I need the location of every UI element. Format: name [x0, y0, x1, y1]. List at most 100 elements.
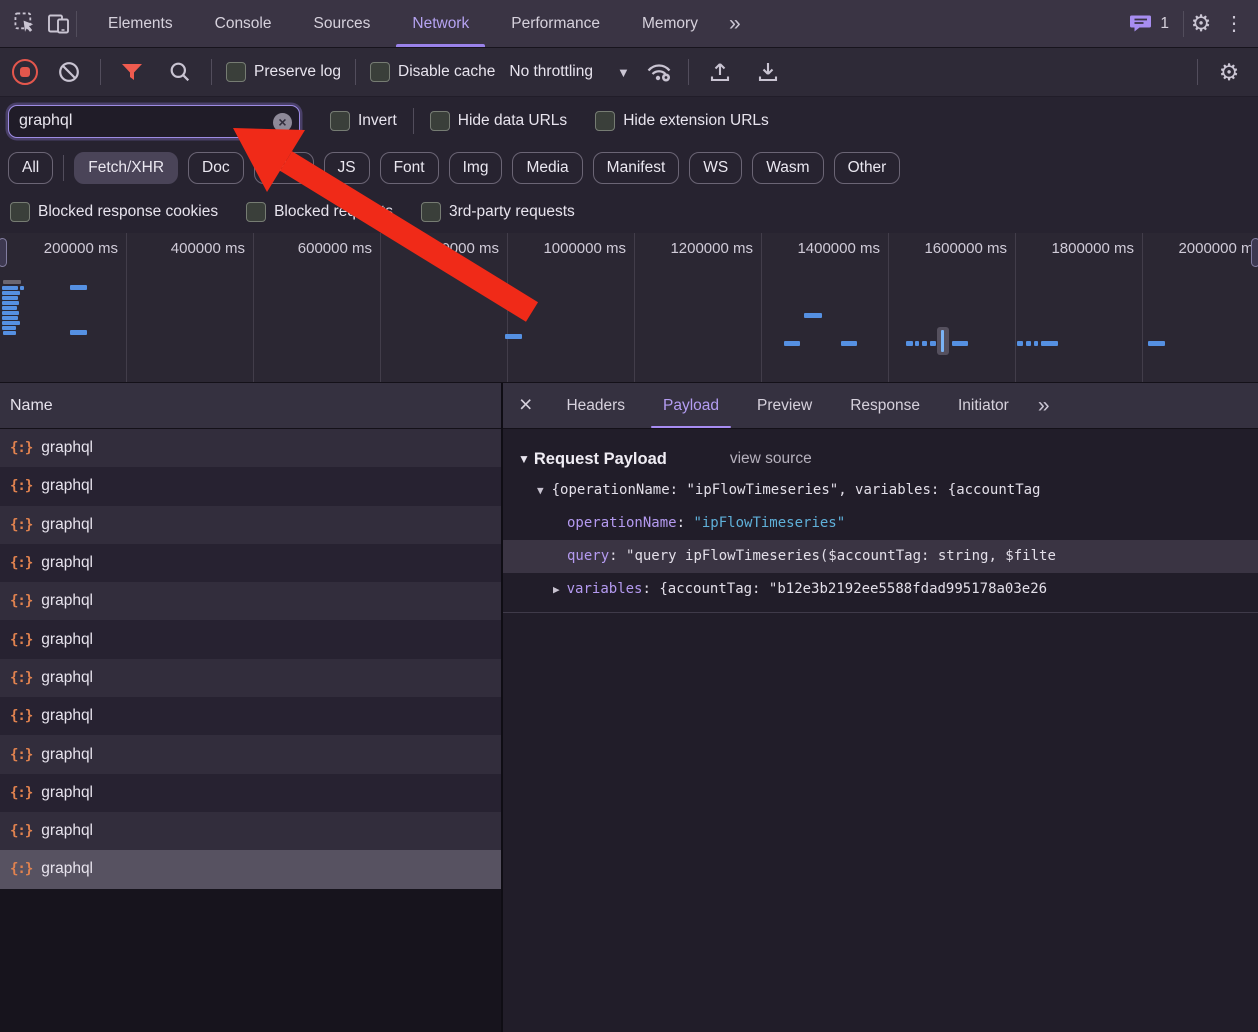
caret-down-icon[interactable]: ▼: [537, 484, 544, 497]
details-tab-payload[interactable]: Payload: [644, 383, 738, 428]
payload-row-variables[interactable]: ▶variables: {accountTag: "b12e3b2192ee55…: [503, 573, 1258, 606]
blocked-requests-checkbox[interactable]: Blocked requests: [246, 202, 393, 222]
disable-cache-checkbox[interactable]: Disable cache: [370, 62, 495, 82]
checkbox-box[interactable]: [595, 111, 615, 131]
timeline-grid: 200000 ms400000 ms600000 ms800000 ms1000…: [0, 233, 1258, 383]
details-tab-preview[interactable]: Preview: [738, 383, 831, 428]
requests-list: {:}graphql{:}graphql{:}graphql{:}graphql…: [0, 429, 501, 889]
hide-extension-urls-checkbox[interactable]: Hide extension URLs: [595, 111, 769, 131]
divider: [100, 59, 101, 85]
network-request-row[interactable]: {:}graphql: [0, 620, 501, 658]
more-details-tabs-icon[interactable]: »: [1028, 394, 1060, 418]
name-column-header[interactable]: Name: [0, 383, 501, 429]
network-overview-timeline[interactable]: 200000 ms400000 ms600000 ms800000 ms1000…: [0, 233, 1258, 383]
network-request-row[interactable]: {:}graphql: [0, 697, 501, 735]
request-name: graphql: [41, 746, 93, 764]
tab-network[interactable]: Network: [391, 0, 490, 47]
network-request-row[interactable]: {:}graphql: [0, 659, 501, 697]
checkbox-box[interactable]: [430, 111, 450, 131]
export-har-icon[interactable]: [751, 55, 785, 89]
blocked-response-cookies-checkbox[interactable]: Blocked response cookies: [10, 202, 218, 222]
import-har-icon[interactable]: [703, 55, 737, 89]
network-request-row[interactable]: {:}graphql: [0, 544, 501, 582]
details-tab-headers[interactable]: Headers: [547, 383, 644, 428]
invert-checkbox[interactable]: Invert: [330, 111, 397, 131]
hide-data-urls-checkbox[interactable]: Hide data URLs: [430, 111, 567, 131]
payload-row-operation-name[interactable]: operationName: "ipFlowTimeseries": [503, 507, 1258, 540]
device-toolbar-icon[interactable]: [42, 7, 76, 41]
3rd-party-requests-checkbox[interactable]: 3rd-party requests: [421, 202, 575, 222]
filter-chip-media[interactable]: Media: [512, 152, 582, 184]
caret-right-icon[interactable]: ▶: [553, 583, 560, 596]
filter-chip-css[interactable]: CSS: [254, 152, 314, 184]
timeline-label: 200000 ms: [0, 233, 126, 257]
json-value: "query ipFlowTimeseries($accountTag: str…: [626, 548, 1056, 564]
network-request-row[interactable]: {:}graphql: [0, 850, 501, 888]
network-request-row[interactable]: {:}graphql: [0, 429, 501, 467]
filter-chip-img[interactable]: Img: [449, 152, 503, 184]
details-tabstrip: × HeadersPayloadPreviewResponseInitiator…: [503, 383, 1258, 429]
settings-gear-icon[interactable]: ⚙: [1184, 7, 1218, 41]
filter-chip-manifest[interactable]: Manifest: [593, 152, 680, 184]
chevron-down-icon: ▼: [617, 65, 630, 80]
tab-elements[interactable]: Elements: [87, 0, 194, 47]
payload-preview-row[interactable]: ▼{operationName: "ipFlowTimeseries", var…: [503, 474, 1258, 507]
network-request-row[interactable]: {:}graphql: [0, 812, 501, 850]
json-icon: {:}: [10, 555, 32, 571]
record-network-log-button[interactable]: [12, 59, 38, 85]
tab-sources[interactable]: Sources: [293, 0, 392, 47]
filter-chip-doc[interactable]: Doc: [188, 152, 244, 184]
details-tab-response[interactable]: Response: [831, 383, 939, 428]
checkbox-box[interactable]: [421, 202, 441, 222]
overview-right-grip[interactable]: [1251, 238, 1258, 267]
tab-console[interactable]: Console: [194, 0, 293, 47]
filter-chip-ws[interactable]: WS: [689, 152, 742, 184]
timeline-bar: [2, 316, 18, 320]
issues-message-icon[interactable]: [1129, 7, 1153, 41]
network-request-row[interactable]: {:}graphql: [0, 735, 501, 773]
search-icon[interactable]: [163, 55, 197, 89]
filter-chip-font[interactable]: Font: [380, 152, 439, 184]
checkbox-box[interactable]: [330, 111, 350, 131]
section-caret-icon[interactable]: ▼: [518, 452, 530, 466]
kebab-menu-icon[interactable]: ⋮: [1218, 14, 1250, 34]
filter-input[interactable]: [8, 105, 300, 138]
request-name: graphql: [41, 439, 93, 457]
inspect-element-icon[interactable]: [8, 7, 42, 41]
network-request-row[interactable]: {:}graphql: [0, 582, 501, 620]
tab-memory[interactable]: Memory: [621, 0, 719, 47]
view-source-link[interactable]: view source: [730, 450, 812, 468]
close-details-icon[interactable]: ×: [503, 393, 547, 418]
request-type-chips: All Fetch/XHR Doc CSS JS Font Img Media Manifest…: [0, 145, 1258, 190]
checkbox-label: Invert: [358, 112, 397, 130]
timeline-bar: [804, 313, 822, 318]
network-request-row[interactable]: {:}graphql: [0, 467, 501, 505]
json-icon: {:}: [10, 670, 32, 686]
preserve-log-checkbox[interactable]: Preserve log: [226, 62, 341, 82]
more-tabs-icon[interactable]: »: [719, 12, 751, 36]
request-name: graphql: [41, 592, 93, 610]
filter-chip-other[interactable]: Other: [834, 152, 901, 184]
filter-chip-fetch-xhr[interactable]: Fetch/XHR: [74, 152, 178, 184]
network-settings-gear-icon[interactable]: ⚙: [1212, 55, 1246, 89]
network-request-row[interactable]: {:}graphql: [0, 774, 501, 812]
clear-filter-icon[interactable]: ×: [273, 113, 292, 132]
tab-performance[interactable]: Performance: [490, 0, 621, 47]
overview-left-grip[interactable]: [0, 238, 7, 267]
network-conditions-icon[interactable]: [644, 55, 674, 89]
filter-chip-all[interactable]: All: [8, 152, 53, 184]
checkbox-box[interactable]: [370, 62, 390, 82]
checkbox-box[interactable]: [226, 62, 246, 82]
filter-funnel-icon[interactable]: [115, 55, 149, 89]
checkbox-box[interactable]: [10, 202, 30, 222]
checkbox-box[interactable]: [246, 202, 266, 222]
payload-row-query[interactable]: query: "query ipFlowTimeseries($accountT…: [503, 540, 1258, 573]
filter-chip-wasm[interactable]: Wasm: [752, 152, 823, 184]
filter-chip-js[interactable]: JS: [324, 152, 370, 184]
timeline-bar: [784, 341, 800, 346]
clear-network-log-icon[interactable]: [52, 55, 86, 89]
details-tab-initiator[interactable]: Initiator: [939, 383, 1028, 428]
network-request-row[interactable]: {:}graphql: [0, 506, 501, 544]
throttling-dropdown[interactable]: No throttling ▼: [509, 63, 629, 81]
checkbox-label: Preserve log: [254, 63, 341, 81]
